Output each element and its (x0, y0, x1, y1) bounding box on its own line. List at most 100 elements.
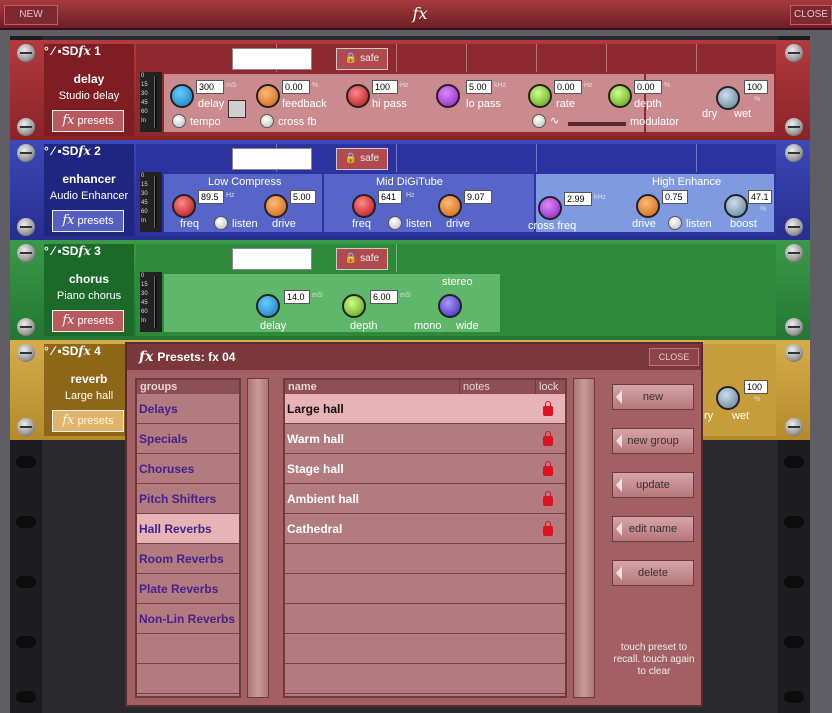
stereo-knob[interactable] (438, 294, 462, 318)
group-item[interactable]: Plate Reverbs (137, 574, 239, 604)
tempo-radio[interactable] (172, 114, 186, 128)
lock-icon[interactable] (543, 401, 553, 416)
freq-knob[interactable] (352, 194, 376, 218)
group-item[interactable]: Choruses (137, 454, 239, 484)
divider (696, 144, 697, 172)
depth-value[interactable]: 6.00 (370, 290, 398, 304)
action-label: edit name (628, 523, 678, 535)
lock-column-header: lock (535, 380, 565, 394)
group-item[interactable]: Pitch Shifters (137, 484, 239, 514)
tap-grid-icon[interactable] (228, 100, 246, 118)
groups-scrollbar[interactable] (247, 378, 269, 698)
presets-scrollbar[interactable] (573, 378, 595, 698)
listen-radio[interactable] (668, 216, 682, 230)
divider (696, 44, 697, 72)
close-button[interactable]: CLOSE (790, 5, 832, 25)
feedback-knob[interactable] (256, 84, 280, 108)
lock-icon[interactable] (543, 491, 553, 506)
unit-name-field[interactable] (232, 248, 312, 270)
drive-value[interactable]: 5.00 (290, 190, 316, 204)
wet-value[interactable]: 100 (744, 80, 768, 94)
delay-knob[interactable] (170, 84, 194, 108)
rack-hole (16, 516, 36, 528)
preset-item[interactable]: Large hall (285, 394, 565, 424)
hi-pass-value[interactable]: 100 (372, 80, 398, 94)
dialog-close-button[interactable]: CLOSE (649, 348, 699, 366)
presets-button[interactable]: fx presets (52, 110, 124, 132)
boost-knob[interactable] (724, 194, 748, 218)
action-button-new-group[interactable]: new group (612, 428, 694, 454)
unit-identity: ° ⁄ ▪SDfx 4 reverb Large hall fx presets (44, 344, 134, 436)
group-item[interactable]: Hall Reverbs (137, 514, 239, 544)
rate-knob[interactable] (528, 84, 552, 108)
wet-knob[interactable] (716, 86, 740, 110)
preset-item[interactable]: Stage hall (285, 454, 565, 484)
lock-icon[interactable] (543, 431, 553, 446)
enhancer-panel: 🔒 safe 0 15 30 45 60 In Low Compress 89.5 Hz … (136, 144, 776, 236)
presets-button[interactable]: fx presets (52, 310, 124, 332)
cross-freq-value[interactable]: 2.99 (564, 192, 592, 206)
listen-radio[interactable] (214, 216, 228, 230)
action-button-new[interactable]: new (612, 384, 694, 410)
lo-pass-value[interactable]: 5.00 (466, 80, 492, 94)
action-button-edit-name[interactable]: edit name (612, 516, 694, 542)
stereo-label: stereo (442, 276, 473, 288)
cross-freq-knob[interactable] (538, 196, 562, 220)
freq-value[interactable]: 89.5 (198, 190, 224, 204)
listen-radio[interactable] (388, 216, 402, 230)
rate-value[interactable]: 0.00 (554, 80, 582, 94)
group-item[interactable]: Delays (137, 394, 239, 424)
unit-name-field[interactable] (232, 148, 312, 170)
safe-button[interactable]: 🔒 safe (336, 48, 388, 70)
modulator-slider[interactable] (568, 122, 626, 126)
safe-button[interactable]: 🔒 safe (336, 148, 388, 170)
presets-list: name notes lock Large hall Warm hall Stage… (283, 378, 567, 698)
mod-wave-radio[interactable] (532, 114, 546, 128)
boost-value[interactable]: 47.1 (748, 190, 772, 204)
new-button[interactable]: NEW (4, 5, 58, 25)
preset-item[interactable]: Warm hall (285, 424, 565, 454)
action-button-update[interactable]: update (612, 472, 694, 498)
group-item[interactable]: Specials (137, 424, 239, 454)
drive-value[interactable]: 9.07 (464, 190, 492, 204)
preset-item[interactable]: Cathedral (285, 514, 565, 544)
title-bar: NEW fx CLOSE (0, 0, 832, 30)
feedback-value[interactable]: 0.00 (282, 80, 310, 94)
lock-icon[interactable] (543, 521, 553, 536)
delay-knob[interactable] (256, 294, 280, 318)
presets-button[interactable]: fx presets (52, 210, 124, 232)
safe-button[interactable]: 🔒 safe (336, 248, 388, 270)
drive-knob[interactable] (264, 194, 288, 218)
rack-screw (17, 218, 35, 236)
wet-value[interactable]: 100 (744, 380, 768, 394)
cross-fb-radio[interactable] (260, 114, 274, 128)
unit-description: Large hall (64, 390, 114, 402)
preset-item[interactable]: Ambient hall (285, 484, 565, 514)
action-button-delete[interactable]: delete (612, 560, 694, 586)
drive-knob[interactable] (438, 194, 462, 218)
unit-name-field[interactable] (232, 48, 312, 70)
fx-icon: fx (62, 213, 75, 228)
sdfx-logo: ° ⁄ ▪SDfx 2 (44, 144, 101, 158)
wet-knob[interactable] (716, 386, 740, 410)
drive-knob[interactable] (636, 194, 660, 218)
drive-value[interactable]: 0.75 (662, 190, 688, 204)
lo-pass-knob[interactable] (436, 84, 460, 108)
boost-label: boost (730, 218, 757, 230)
group-item[interactable]: Room Reverbs (137, 544, 239, 574)
depth-knob[interactable] (342, 294, 366, 318)
depth-value[interactable]: 0.00 (634, 80, 662, 94)
rack-screw (17, 418, 35, 436)
lock-icon[interactable] (543, 461, 553, 476)
preset-name: Warm hall (287, 432, 344, 446)
presets-button[interactable]: fx presets (52, 410, 124, 432)
delay-value[interactable]: 14.0 (284, 290, 310, 304)
unit-label: mS (400, 292, 411, 299)
freq-value[interactable]: 641 (378, 190, 402, 204)
freq-knob[interactable] (172, 194, 196, 218)
rack-screw (17, 44, 35, 62)
group-item[interactable]: Non-Lin Reverbs (137, 604, 239, 634)
delay-value[interactable]: 300 (196, 80, 224, 94)
depth-knob[interactable] (608, 84, 632, 108)
hi-pass-knob[interactable] (346, 84, 370, 108)
